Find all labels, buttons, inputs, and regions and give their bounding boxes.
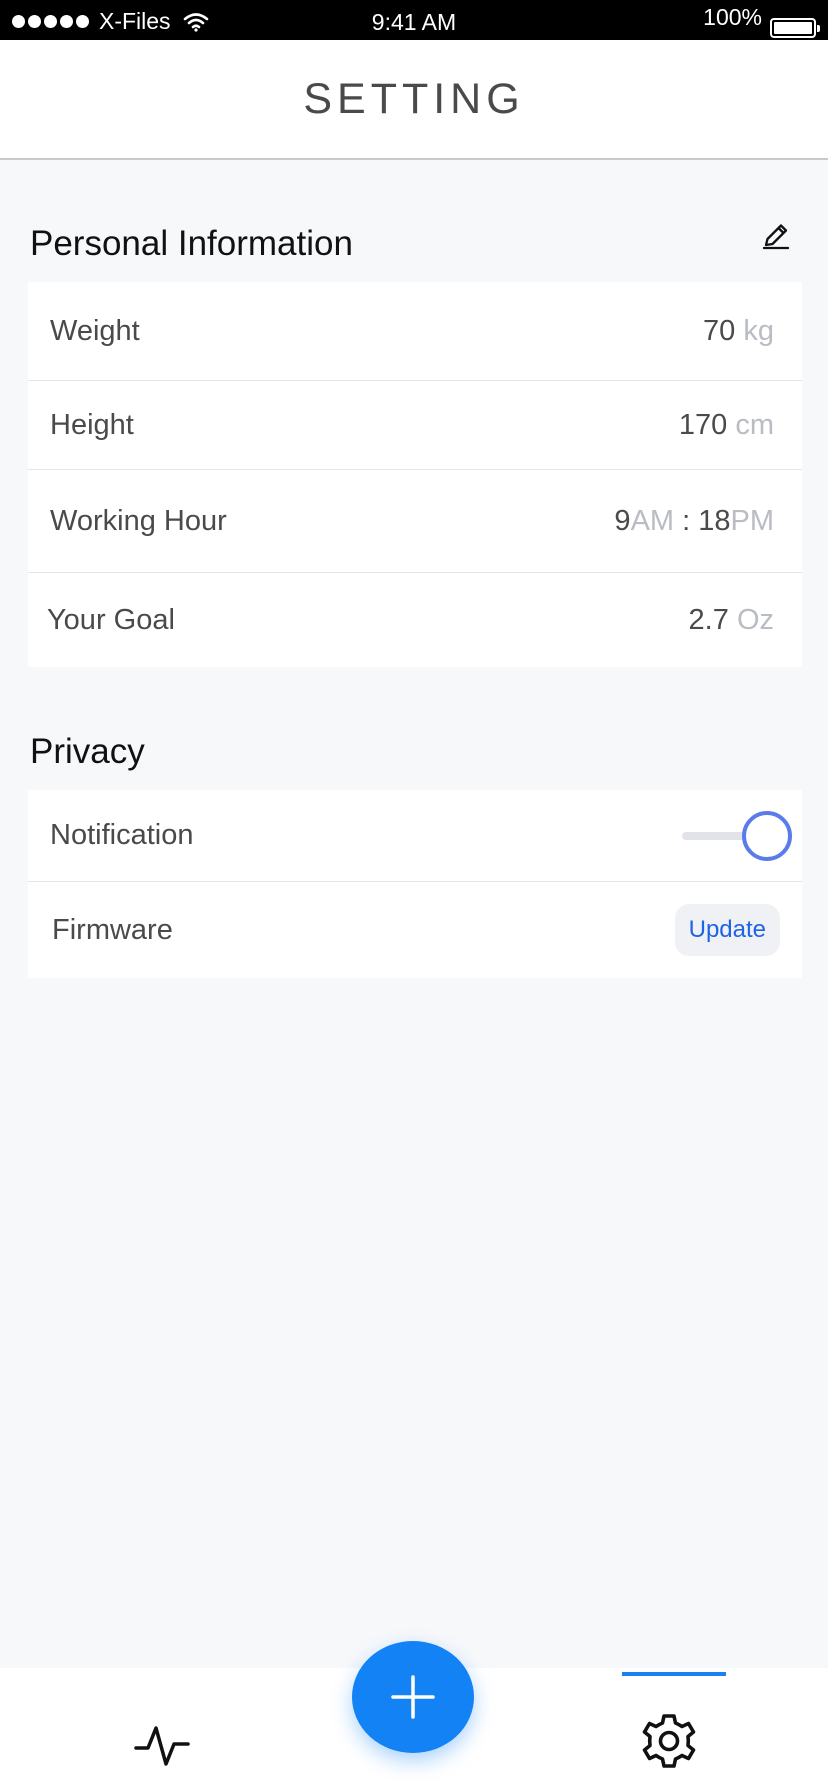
privacy-heading: Privacy: [30, 732, 145, 771]
update-button[interactable]: Update: [674, 904, 780, 956]
status-right: 100%: [703, 0, 820, 38]
add-button[interactable]: [352, 1641, 474, 1753]
notification-row: Notification: [28, 790, 802, 882]
plus-icon: [391, 1675, 435, 1719]
weight-label: Weight: [50, 314, 140, 347]
height-number: 170: [678, 408, 728, 441]
firmware-label: Firmware: [52, 913, 173, 946]
working-hour-value: 9AM : 18PM: [614, 505, 774, 538]
working-hour-start-unit: AM: [630, 504, 675, 537]
weight-value: 70 kg: [703, 315, 774, 348]
working-hour-end-unit: PM: [730, 504, 775, 537]
height-label: Height: [50, 408, 134, 441]
battery-percentage: 100%: [703, 3, 762, 30]
working-hour-row[interactable]: Working Hour 9AM : 18PM: [28, 470, 802, 573]
goal-row[interactable]: Your Goal 2.7 Oz: [28, 573, 802, 667]
status-bar: X-Files 9:41 AM 100%: [0, 0, 828, 40]
activity-pulse-icon[interactable]: [134, 1718, 190, 1774]
height-row[interactable]: Height 170 cm: [28, 381, 802, 470]
gear-icon[interactable]: [640, 1712, 698, 1770]
battery-icon: [770, 18, 820, 38]
working-hour-separator: :: [674, 504, 699, 537]
notification-label: Notification: [50, 819, 194, 851]
goal-number: 2.7: [688, 603, 729, 636]
height-value: 170 cm: [679, 409, 774, 442]
app-header: SETTING: [0, 40, 828, 160]
working-hour-end: 18: [698, 504, 731, 537]
working-hour-label: Working Hour: [50, 504, 227, 537]
personal-info-card: Weight 70 kg Height 170 cm Working Hour …: [28, 282, 802, 667]
firmware-row: Firmware Update: [28, 882, 802, 978]
weight-row[interactable]: Weight 70 kg: [28, 282, 802, 381]
notification-toggle[interactable]: [682, 810, 792, 861]
weight-number: 70: [703, 314, 736, 347]
working-hour-start: 9: [614, 504, 631, 537]
goal-label: Your Goal: [47, 603, 175, 636]
goal-unit: Oz: [736, 603, 774, 636]
personal-info-heading: Personal Information: [30, 224, 353, 263]
weight-unit: kg: [743, 314, 774, 347]
toggle-knob: [742, 810, 792, 861]
goal-value: 2.7 Oz: [689, 604, 774, 637]
settings-screen: X-Files 9:41 AM 100% SETTING Personal In…: [0, 0, 828, 1792]
privacy-card: Notification Firmware Update: [28, 790, 802, 978]
page-title: SETTING: [303, 74, 525, 123]
height-unit: cm: [735, 408, 774, 441]
active-tab-indicator: [622, 1672, 726, 1676]
edit-pencil-icon[interactable]: [760, 220, 792, 252]
